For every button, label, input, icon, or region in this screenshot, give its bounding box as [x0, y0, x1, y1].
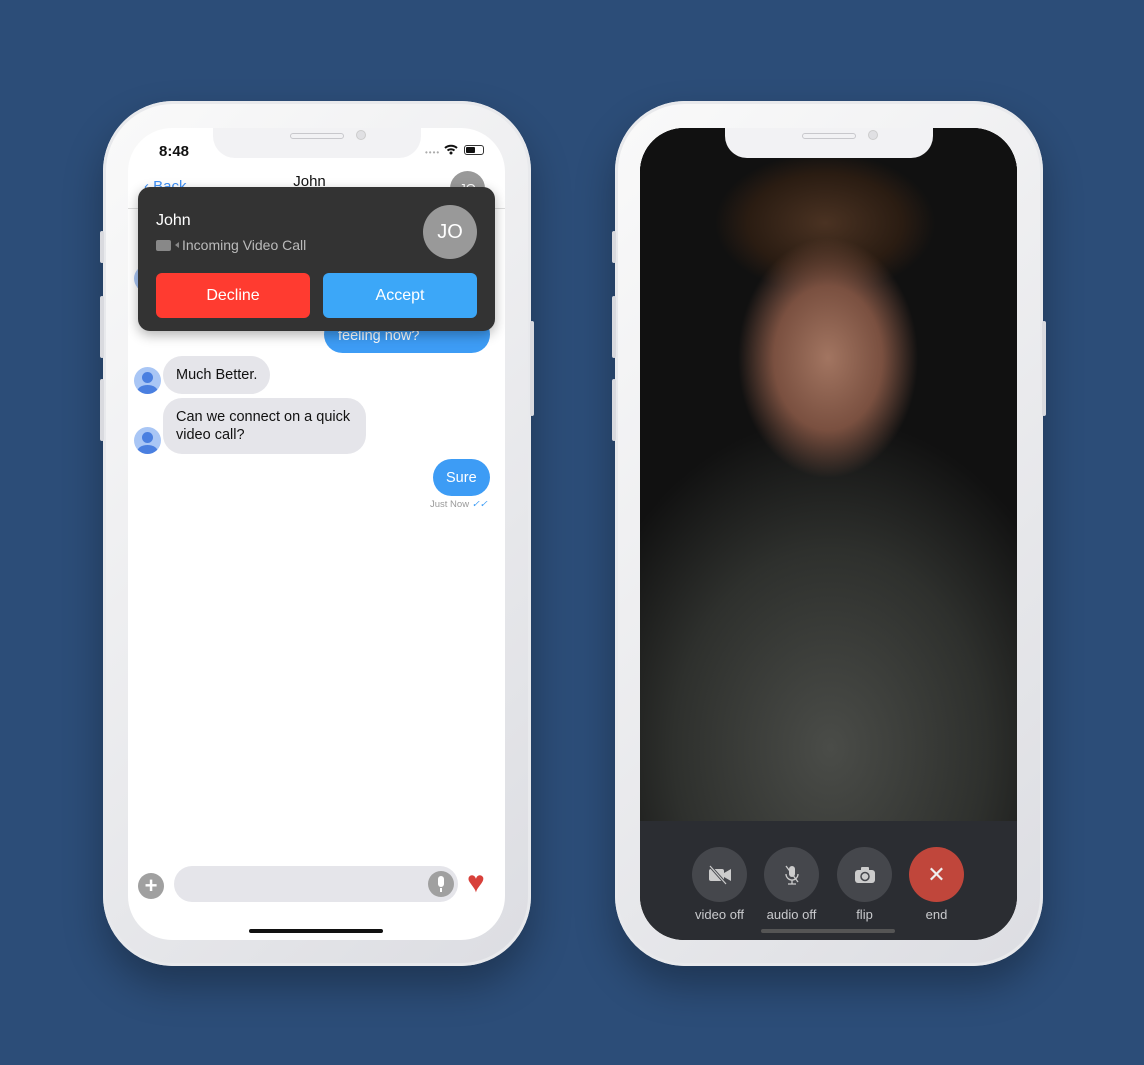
video-off-button[interactable]: video off [692, 847, 747, 922]
call-controls: video off audio off flip ✕ end [640, 821, 1017, 940]
contact-avatar-small [134, 427, 161, 454]
mic-off-icon [784, 865, 799, 885]
incoming-call-banner: John Incoming Video Call JO Decline Acce… [138, 187, 495, 331]
end-call-button[interactable]: ✕ end [909, 847, 964, 922]
chat-screen: 8:48 •••• ‹ Back John JO feeling now? Mu… [128, 128, 505, 940]
call-subtitle: Incoming Video Call [182, 237, 307, 253]
plus-icon[interactable]: + [138, 873, 164, 899]
message-out: Sure [433, 459, 490, 496]
read-check-icon: ✓✓ [471, 499, 488, 510]
message-in: Much Better. [163, 356, 271, 394]
accept-button[interactable]: Accept [323, 273, 477, 318]
flip-camera-button[interactable]: flip [837, 847, 892, 922]
camera-flip-icon [854, 866, 875, 883]
caller-name: John [156, 212, 191, 229]
chat-phone: 8:48 •••• ‹ Back John JO feeling now? Mu… [100, 101, 534, 966]
mic-icon[interactable] [428, 871, 454, 897]
remote-video-feed [640, 128, 1017, 823]
caller-avatar: JO [423, 205, 477, 259]
home-indicator [761, 929, 895, 933]
battery-icon [464, 145, 484, 155]
video-screen: video off audio off flip ✕ end [640, 128, 1017, 940]
home-indicator [249, 929, 383, 933]
message-in: Can we connect on a quick video call? [163, 398, 366, 454]
signal-icon: •••• [425, 148, 441, 157]
video-call-icon [156, 239, 179, 251]
status-time: 8:48 [159, 143, 190, 160]
message-timestamp: Just Now ✓✓ [430, 499, 488, 510]
video-phone: video off audio off flip ✕ end [612, 101, 1046, 966]
decline-button[interactable]: Decline [156, 273, 310, 318]
video-off-icon [708, 864, 731, 885]
close-icon: ✕ [909, 847, 964, 902]
audio-off-button[interactable]: audio off [764, 847, 819, 922]
message-input[interactable] [174, 866, 458, 902]
heart-icon[interactable]: ♥ [467, 865, 485, 901]
wifi-icon [444, 144, 458, 155]
contact-avatar-small [134, 367, 161, 394]
